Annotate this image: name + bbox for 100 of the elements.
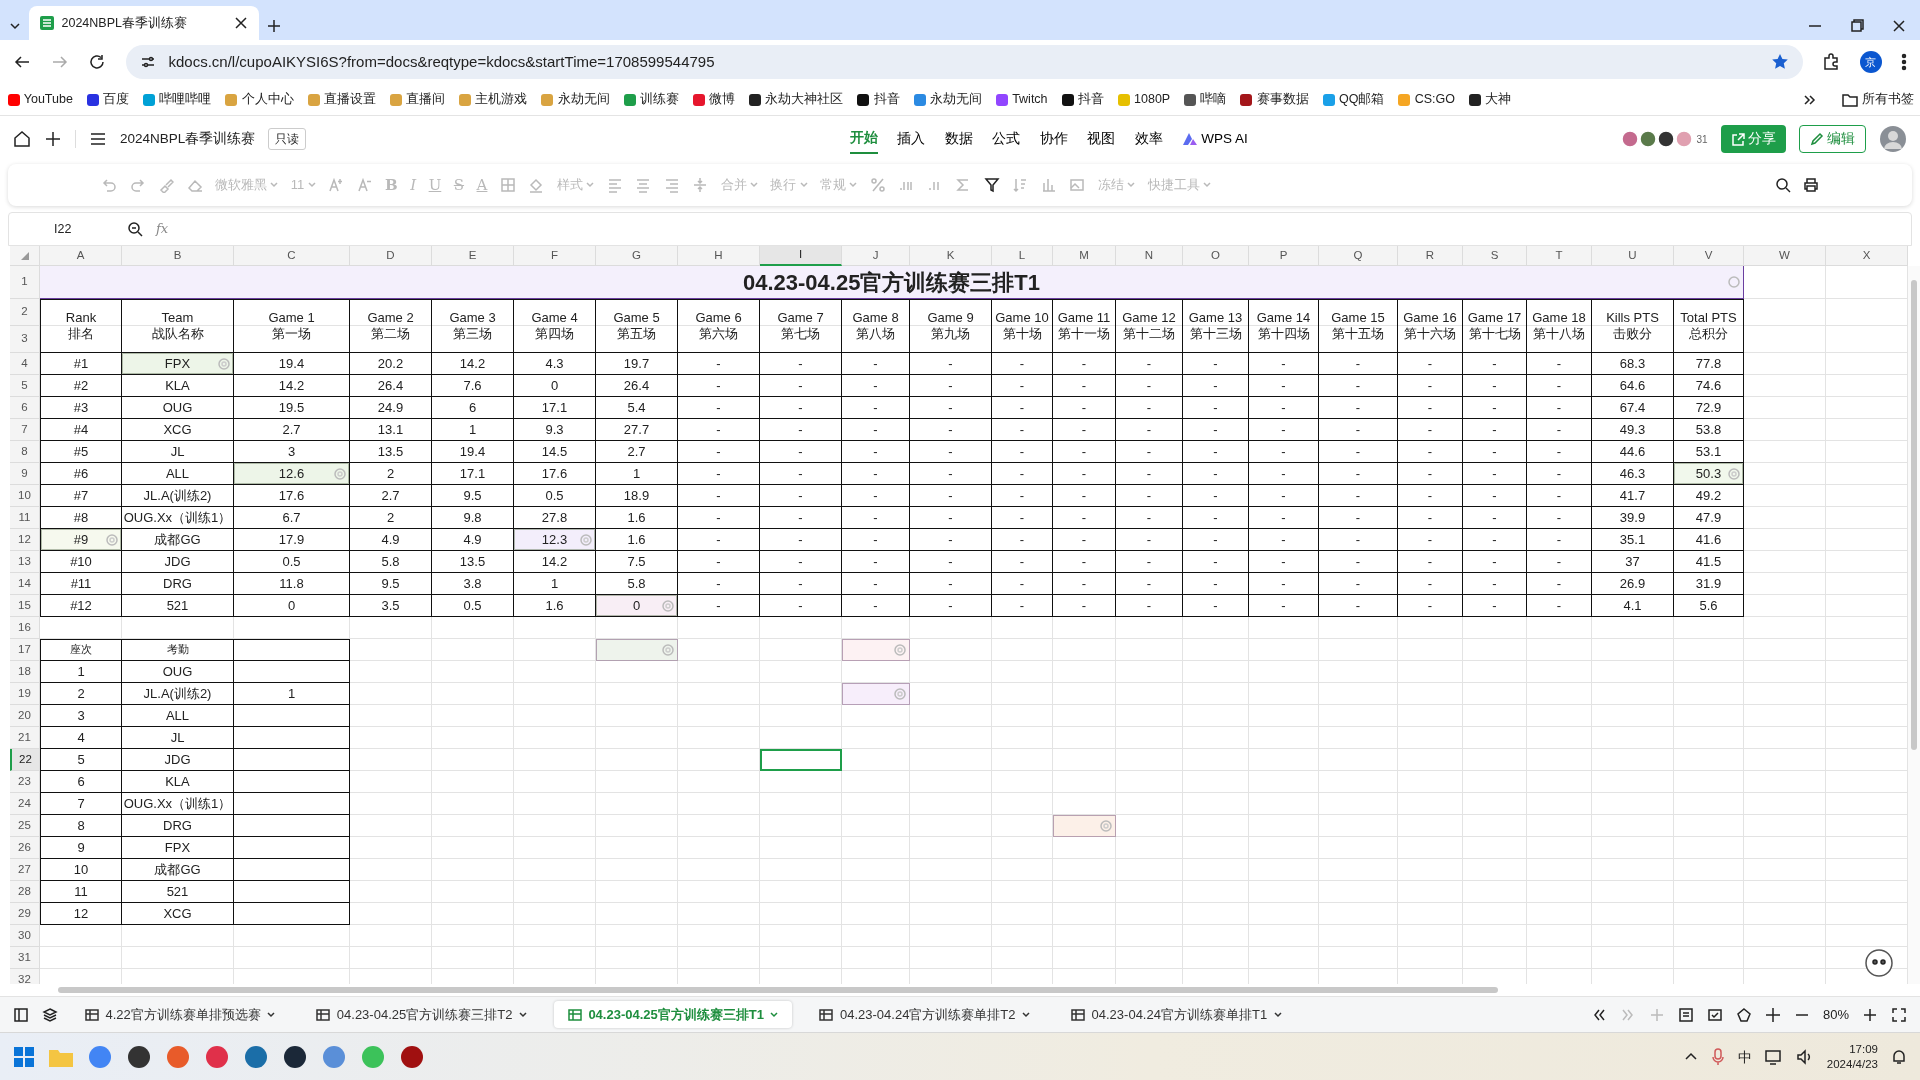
column-header[interactable]: V: [1674, 246, 1744, 266]
bookmark[interactable]: 大神: [1467, 90, 1512, 109]
extension-icon[interactable]: [1822, 53, 1840, 71]
row-header[interactable]: 2: [10, 299, 40, 326]
sheet-tab[interactable]: 04.23-04.25官方训练赛三排T2: [302, 1000, 541, 1029]
bookmark[interactable]: 抖音: [1060, 90, 1104, 109]
row-header[interactable]: 23: [10, 771, 40, 793]
bookmark[interactable]: YouTube: [6, 90, 73, 109]
app-icon[interactable]: [282, 1044, 308, 1070]
network-icon[interactable]: [1764, 1049, 1783, 1065]
column-header[interactable]: I: [760, 246, 842, 266]
zoom-icon[interactable]: [127, 221, 143, 237]
bookmark[interactable]: 训练赛: [622, 90, 679, 109]
scrollbar-thumb[interactable]: [58, 987, 1498, 993]
row-header[interactable]: 12: [10, 529, 40, 551]
column-header[interactable]: P: [1249, 246, 1319, 266]
edit-button[interactable]: 编辑: [1798, 124, 1866, 154]
row-header[interactable]: 30: [10, 925, 40, 947]
menu-tab[interactable]: 协作: [1039, 124, 1068, 154]
sidebar-icon[interactable]: [13, 1006, 29, 1023]
bookmark[interactable]: 抖音: [856, 90, 900, 109]
menu-tab[interactable]: WPS AI: [1182, 124, 1248, 154]
row-header[interactable]: 14: [10, 573, 40, 595]
app-icon[interactable]: [399, 1044, 425, 1070]
address-field[interactable]: kdocs.cn/l/cupoAIKYSI6S?from=docs&reqtype=kdocs&startTime=1708599544795: [125, 45, 1803, 79]
row-header[interactable]: 19: [10, 683, 40, 705]
menu-tab[interactable]: 视图: [1087, 124, 1116, 154]
row-header[interactable]: 5: [10, 375, 40, 397]
column-header[interactable]: O: [1183, 246, 1249, 266]
sheet-tab[interactable]: 4.22官方训练赛单排预选赛: [71, 1000, 290, 1029]
function-label[interactable]: fx: [156, 219, 169, 239]
row-header[interactable]: 1: [10, 266, 40, 299]
restore-icon[interactable]: [1849, 17, 1865, 34]
column-header[interactable]: E: [432, 246, 514, 266]
bookmark[interactable]: 永劫大神社区: [748, 90, 844, 109]
home-icon[interactable]: [13, 130, 31, 148]
bookmark[interactable]: 1080P: [1116, 90, 1171, 109]
column-header[interactable]: U: [1592, 246, 1674, 266]
row-header[interactable]: 6: [10, 397, 40, 419]
row-header[interactable]: 28: [10, 881, 40, 903]
row-header[interactable]: 27: [10, 859, 40, 881]
row-header[interactable]: 17: [10, 639, 40, 661]
column-header[interactable]: J: [842, 246, 910, 266]
bookmark[interactable]: 赛事数据: [1239, 90, 1309, 109]
scrollbar-thumb[interactable]: [1911, 280, 1917, 750]
bookmark[interactable]: 哔嘀: [1183, 90, 1227, 109]
reading-mode-icon[interactable]: [1677, 1006, 1694, 1023]
bookmark[interactable]: CS:GO: [1397, 90, 1455, 109]
row-header[interactable]: 9: [10, 463, 40, 485]
bookmark[interactable]: 主机游戏: [458, 90, 528, 109]
row-header[interactable]: 21: [10, 727, 40, 749]
new-tab-icon[interactable]: [265, 17, 282, 34]
sheet-tab[interactable]: 04.23-04.24官方训练赛单排T1: [1057, 1000, 1296, 1029]
zoom-level[interactable]: 80%: [1822, 1004, 1849, 1025]
row-header[interactable]: 26: [10, 837, 40, 859]
profile-avatar[interactable]: 京: [1859, 51, 1882, 73]
row-header[interactable]: 18: [10, 661, 40, 683]
bookmark[interactable]: 哔哩哔哩: [142, 90, 212, 109]
column-header[interactable]: Q: [1319, 246, 1398, 266]
bookmark[interactable]: 个人中心: [224, 90, 294, 109]
column-header[interactable]: A: [40, 246, 122, 266]
more-icon[interactable]: [1901, 53, 1907, 71]
start-icon[interactable]: [13, 1046, 35, 1068]
row-header[interactable]: 10: [10, 485, 40, 507]
column-header[interactable]: H: [678, 246, 760, 266]
column-header[interactable]: L: [992, 246, 1053, 266]
row-header[interactable]: 32: [10, 969, 40, 984]
row-header[interactable]: 13: [10, 551, 40, 573]
menu-tab[interactable]: 开始: [849, 123, 878, 155]
row-header[interactable]: 25: [10, 815, 40, 837]
microphone-icon[interactable]: [1710, 1048, 1725, 1066]
app-icon[interactable]: [126, 1044, 152, 1070]
column-header[interactable]: M: [1053, 246, 1116, 266]
notification-icon[interactable]: [1891, 1049, 1907, 1065]
fullscreen-icon[interactable]: [1891, 1006, 1907, 1023]
column-header[interactable]: S: [1463, 246, 1527, 266]
menu-icon[interactable]: [89, 130, 107, 148]
row-header[interactable]: 7: [10, 419, 40, 441]
bookmark[interactable]: 永劫无间: [540, 90, 610, 109]
close-icon[interactable]: [233, 15, 249, 31]
all-bookmarks[interactable]: 所有书签: [1842, 90, 1914, 109]
row-header[interactable]: 29: [10, 903, 40, 925]
row-header[interactable]: 24: [10, 793, 40, 815]
row-header[interactable]: 22: [10, 749, 40, 771]
browser-tab[interactable]: 2024NBPL春季训练赛: [29, 6, 259, 40]
layers-icon[interactable]: [42, 1006, 58, 1023]
column-header[interactable]: N: [1116, 246, 1183, 266]
menu-tab[interactable]: 数据: [944, 124, 973, 154]
row-header[interactable]: 16: [10, 617, 40, 639]
menu-tab[interactable]: 效率: [1134, 124, 1163, 154]
bookmark[interactable]: 直播设置: [306, 90, 376, 109]
add-icon[interactable]: [44, 130, 62, 148]
name-box[interactable]: I22: [9, 219, 114, 239]
row-header[interactable]: 3: [10, 326, 40, 353]
zoom-in-icon[interactable]: [1862, 1006, 1878, 1023]
row-header[interactable]: 20: [10, 705, 40, 727]
column-header[interactable]: D: [350, 246, 432, 266]
column-header[interactable]: W: [1744, 246, 1826, 266]
row-header[interactable]: 31: [10, 947, 40, 969]
column-header[interactable]: F: [514, 246, 596, 266]
